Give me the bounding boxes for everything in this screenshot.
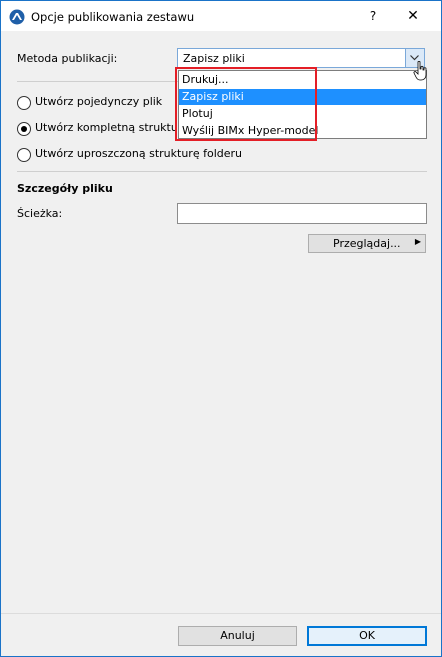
separator	[17, 171, 427, 172]
browse-button[interactable]: Przeglądaj... ▶	[308, 234, 426, 253]
radio-label: Utwórz uproszczoną strukturę folderu	[35, 147, 242, 160]
title-bar[interactable]: Opcje publikowania zestawu ? ✕	[1, 1, 441, 31]
radio-label: Utwórz kompletną strukturę	[35, 121, 190, 134]
path-label: Ścieżka:	[17, 207, 63, 220]
radio-button[interactable]	[17, 122, 31, 136]
radio-button[interactable]	[17, 96, 31, 110]
close-button[interactable]: ✕	[401, 6, 425, 26]
browse-button-label: Przeglądaj...	[333, 237, 401, 250]
path-input[interactable]	[177, 203, 427, 224]
annotation-highlight-frame	[175, 67, 317, 141]
method-select[interactable]: Zapisz pliki	[177, 48, 425, 68]
dialog-title: Opcje publikowania zestawu	[31, 10, 195, 24]
ok-button[interactable]: OK	[307, 626, 427, 646]
footer-separator	[1, 613, 441, 614]
radio-button[interactable]	[17, 148, 31, 162]
help-button[interactable]: ?	[361, 6, 385, 26]
method-label: Metoda publikacji:	[17, 52, 118, 65]
archicad-app-icon	[9, 9, 25, 25]
triangle-right-icon: ▶	[414, 237, 421, 246]
publish-options-dialog: Opcje publikowania zestawu ? ✕ Metoda pu…	[0, 0, 442, 657]
file-details-heading: Szczegóły pliku	[17, 182, 113, 195]
cancel-button[interactable]: Anuluj	[178, 626, 297, 646]
radio-label: Utwórz pojedynczy plik	[35, 95, 163, 108]
method-select-value: Zapisz pliki	[183, 52, 245, 65]
mouse-cursor-icon	[413, 60, 427, 84]
